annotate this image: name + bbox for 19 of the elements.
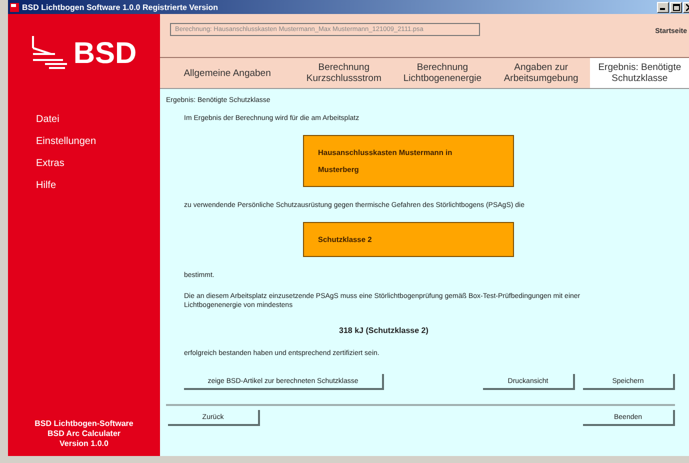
menu-item[interactable]: Extras xyxy=(36,158,160,169)
menu-item[interactable]: Einstellungen xyxy=(36,136,160,147)
version-text: BSD Arc Calculater xyxy=(47,429,121,439)
result-value: 318 kJ (Schutzklasse 2) xyxy=(339,326,430,335)
minimize-button[interactable] xyxy=(657,2,669,12)
version-text: Version 1.0.0 xyxy=(60,439,108,449)
tab[interactable]: Ergebnis: Benötigte Schutzklasse xyxy=(590,58,689,88)
tab[interactable]: Allgemeine Angaben xyxy=(160,58,295,88)
window-title: BSD Lichtbogen Software 1.0.0 Registrierte Version xyxy=(22,2,220,12)
tab[interactable]: Berechnung Lichtbogenenergie xyxy=(393,58,492,88)
app-icon xyxy=(10,2,19,12)
menu-item[interactable]: Datei xyxy=(36,114,160,125)
maximize-button[interactable] xyxy=(670,2,682,12)
tab[interactable]: Berechnung Kurzschlussstrom xyxy=(294,58,394,88)
version-text: BSD Lichtbogen-Software xyxy=(34,419,134,429)
tab[interactable]: Angaben zur Arbeitsumgebung xyxy=(492,58,590,88)
menu-item[interactable]: Hilfe xyxy=(36,180,160,191)
logo-text: BSD xyxy=(73,37,137,71)
maximize-icon xyxy=(672,4,680,10)
